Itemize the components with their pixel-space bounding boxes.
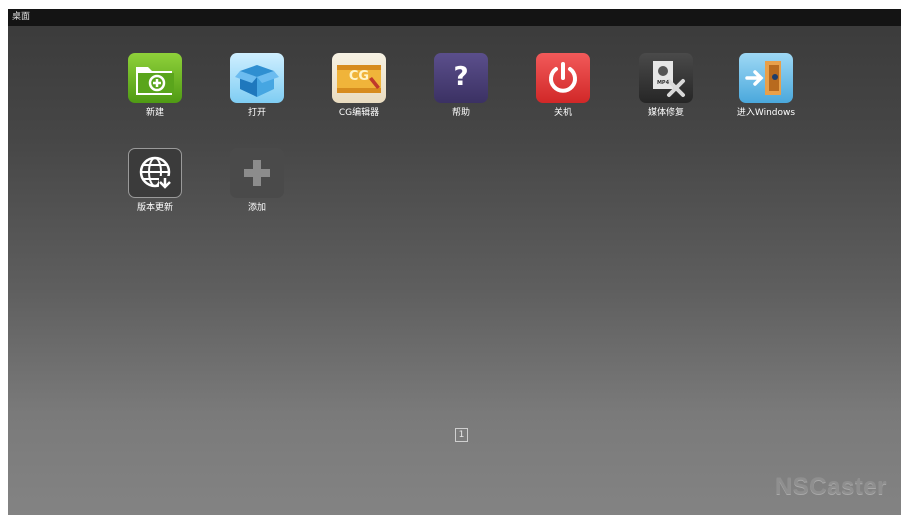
desktop-window: 桌面 新建 打开 CG CG编辑器 ? 帮助 关机 MP4 媒体修复 进入Win… [8, 9, 901, 515]
app-help[interactable]: ? 帮助 [421, 53, 501, 119]
app-add-label: 添加 [247, 203, 266, 213]
app-media-repair-label: 媒体修复 [647, 108, 684, 118]
app-open[interactable]: 打开 [217, 53, 297, 119]
new-folder-icon [128, 53, 182, 103]
app-new-label: 新建 [145, 108, 164, 118]
app-new[interactable]: 新建 [115, 53, 195, 119]
app-add[interactable]: 添加 [217, 148, 297, 214]
app-shutdown[interactable]: 关机 [523, 53, 603, 119]
enter-windows-icon [739, 53, 793, 103]
app-shutdown-label: 关机 [553, 108, 572, 118]
title-bar: 桌面 [8, 9, 901, 26]
app-enter-windows-label: 进入Windows [736, 108, 796, 118]
app-open-label: 打开 [247, 108, 266, 118]
help-icon: ? [434, 53, 488, 103]
brand-logo: NSCaster [774, 473, 887, 500]
app-enter-windows[interactable]: 进入Windows [726, 53, 806, 119]
mp4-text: MP4 [656, 80, 670, 86]
help-icon-glyph: ? [453, 62, 469, 92]
page-indicator[interactable]: 1 [455, 428, 468, 442]
app-media-repair[interactable]: MP4 媒体修复 [626, 53, 706, 119]
page-number: 1 [458, 430, 465, 440]
add-icon [230, 148, 284, 198]
open-box-icon [230, 53, 284, 103]
power-icon [536, 53, 590, 103]
app-help-label: 帮助 [451, 108, 470, 118]
app-cg-editor-label: CG编辑器 [338, 108, 380, 118]
app-version-update[interactable]: 版本更新 [115, 148, 195, 214]
version-update-icon [128, 148, 182, 198]
media-repair-icon: MP4 [639, 53, 693, 103]
app-version-update-label: 版本更新 [136, 203, 173, 213]
window-title: 桌面 [12, 12, 31, 22]
cg-icon-text: CG [348, 69, 370, 84]
cg-editor-icon: CG [332, 53, 386, 103]
app-cg-editor[interactable]: CG CG编辑器 [319, 53, 399, 119]
